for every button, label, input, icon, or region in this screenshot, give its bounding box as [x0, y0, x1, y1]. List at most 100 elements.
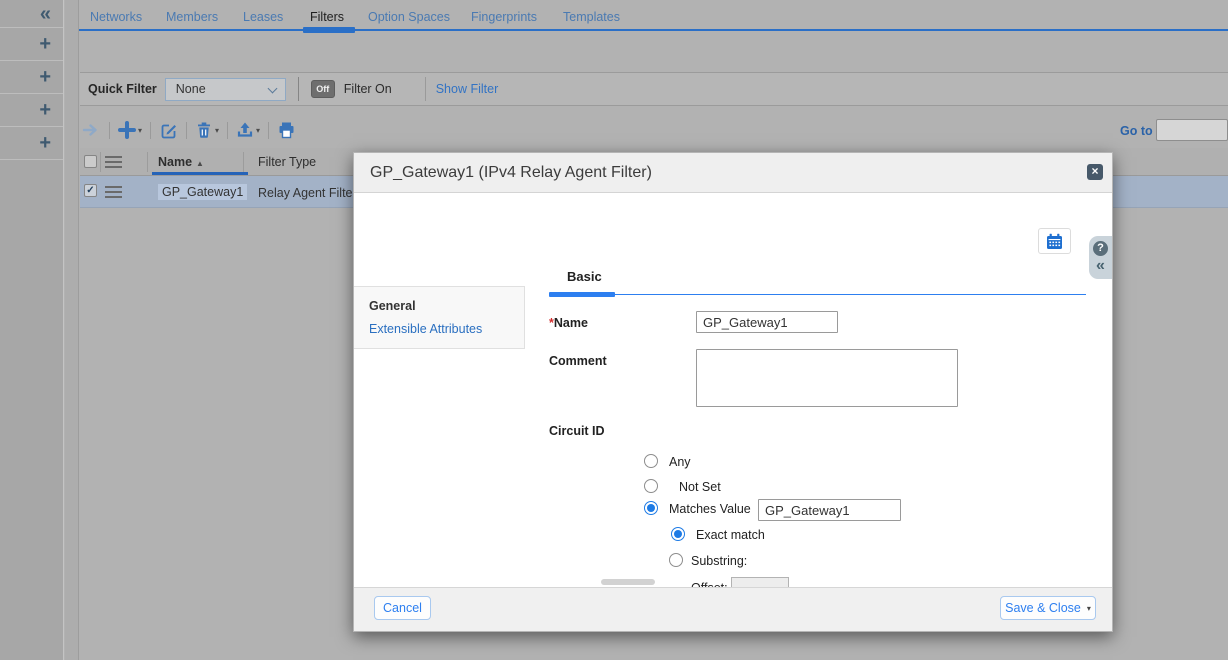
sidebar-add-button-1[interactable]: +	[0, 28, 63, 61]
nav-item-general[interactable]: General	[369, 299, 416, 313]
trash-icon	[195, 121, 213, 139]
close-icon[interactable]: ×	[1087, 164, 1103, 180]
quick-filter-value: None	[176, 82, 206, 96]
sorted-column-indicator	[152, 172, 248, 175]
help-panel-tab: ? «	[1089, 236, 1112, 279]
dialog-body: ? « Basic General Extensible Attributes …	[354, 193, 1112, 587]
radio-any[interactable]	[644, 454, 658, 468]
save-and-close-button[interactable]: Save & Close ▾	[1000, 596, 1096, 620]
quick-filter-label: Quick Filter	[88, 82, 157, 96]
column-header-name[interactable]: Name▲	[158, 155, 204, 169]
name-label: *Name	[549, 316, 588, 330]
radio-not-set-label: Not Set	[679, 480, 721, 494]
export-button[interactable]: ▾	[236, 121, 260, 139]
chevron-down-icon	[267, 83, 277, 93]
tabs-underline	[79, 29, 1228, 31]
matches-value-field[interactable]	[758, 499, 901, 521]
radio-matches-value-label: Matches Value	[669, 502, 751, 516]
column-divider	[147, 152, 148, 172]
dialog-tab-basic[interactable]: Basic	[567, 269, 602, 284]
caret-down-icon: ▾	[1087, 604, 1091, 613]
column-divider	[100, 152, 101, 172]
tab-networks[interactable]: Networks	[90, 10, 142, 24]
column-header-filter-type[interactable]: Filter Type	[258, 155, 316, 169]
comment-field[interactable]	[696, 349, 958, 407]
upload-icon	[236, 121, 254, 139]
radio-substring-label: Substring:	[691, 554, 747, 568]
sidebar-gutter	[65, 0, 79, 660]
plus-icon: +	[39, 100, 51, 120]
row-menu-icon[interactable]	[105, 156, 122, 168]
divider	[425, 77, 426, 101]
add-button[interactable]: ▾	[118, 121, 142, 139]
left-sidebar: « + + + +	[0, 0, 64, 660]
caret-down-icon: ▾	[256, 126, 260, 135]
name-field[interactable]	[696, 311, 838, 333]
go-to-label: Go to	[1120, 124, 1153, 138]
radio-substring[interactable]	[669, 553, 683, 567]
scrollbar-thumb[interactable]	[601, 579, 655, 585]
comment-label: Comment	[549, 354, 607, 368]
radio-not-set[interactable]	[644, 479, 658, 493]
tab-fingerprints[interactable]: Fingerprints	[471, 10, 537, 24]
table-toolbar: ▾ ▾ ▾	[82, 118, 296, 142]
filter-toggle-button[interactable]: Off	[311, 80, 335, 98]
printer-icon	[277, 121, 296, 139]
sidebar-add-button-2[interactable]: +	[0, 61, 63, 94]
tab-templates[interactable]: Templates	[563, 10, 620, 24]
radio-exact-match[interactable]	[671, 527, 685, 541]
radio-matches-value[interactable]	[644, 501, 658, 515]
row-filter-type-cell: Relay Agent Filter	[258, 186, 357, 200]
row-checkbox[interactable]: ✓	[84, 184, 97, 197]
nav-item-extensible-attributes[interactable]: Extensible Attributes	[369, 322, 482, 336]
edit-button[interactable]	[159, 121, 178, 140]
tab-leases[interactable]: Leases	[243, 10, 283, 24]
collapse-left-icon: «	[40, 4, 51, 24]
dialog-side-nav: General Extensible Attributes	[354, 286, 525, 349]
divider	[186, 122, 187, 139]
plus-icon	[118, 121, 136, 139]
divider	[298, 77, 299, 101]
circuit-id-label: Circuit ID	[549, 424, 605, 438]
tab-members[interactable]: Members	[166, 10, 218, 24]
tab-option-spaces[interactable]: Option Spaces	[368, 10, 450, 24]
sidebar-add-button-3[interactable]: +	[0, 94, 63, 127]
delete-button[interactable]: ▾	[195, 121, 219, 139]
plus-icon: +	[39, 133, 51, 153]
print-button[interactable]	[277, 121, 296, 139]
column-divider	[243, 152, 244, 172]
divider	[109, 122, 110, 139]
edit-filter-dialog: GP_Gateway1 (IPv4 Relay Agent Filter) × …	[353, 152, 1113, 632]
go-to-input[interactable]	[1156, 119, 1228, 141]
row-menu-icon[interactable]	[105, 186, 122, 198]
sort-asc-icon: ▲	[196, 159, 204, 168]
divider	[268, 122, 269, 139]
divider	[150, 122, 151, 139]
schedule-button[interactable]	[1038, 228, 1071, 254]
sidebar-collapse-button[interactable]: «	[0, 0, 63, 28]
edit-icon	[159, 121, 178, 140]
select-all-checkbox[interactable]	[84, 155, 97, 168]
show-filter-link[interactable]: Show Filter	[436, 82, 499, 96]
panel-collapse-icon[interactable]: «	[1096, 258, 1105, 274]
tab-filters[interactable]: Filters	[310, 10, 344, 24]
radio-exact-match-label: Exact match	[696, 528, 765, 542]
active-tab-indicator	[303, 27, 355, 33]
plus-icon: +	[39, 34, 51, 54]
cancel-button[interactable]: Cancel	[374, 596, 431, 620]
filter-on-label: Filter On	[344, 82, 392, 96]
divider	[227, 122, 228, 139]
caret-down-icon: ▾	[215, 126, 219, 135]
offset-field[interactable]	[731, 577, 789, 587]
radio-any-label: Any	[669, 455, 691, 469]
plus-icon: +	[39, 67, 51, 87]
app-window: « + + + + Networks Members Leases Filter…	[0, 0, 1228, 660]
sidebar-add-button-4[interactable]: +	[0, 127, 63, 160]
quick-filter-dropdown[interactable]: None	[165, 78, 286, 101]
open-arrow-icon[interactable]	[82, 121, 101, 139]
dialog-titlebar: GP_Gateway1 (IPv4 Relay Agent Filter)	[354, 153, 1112, 193]
row-name-cell[interactable]: GP_Gateway1	[158, 185, 247, 199]
dialog-active-tab-indicator	[549, 292, 615, 297]
help-icon[interactable]: ?	[1093, 241, 1108, 256]
dialog-tabs-underline	[549, 294, 1086, 295]
